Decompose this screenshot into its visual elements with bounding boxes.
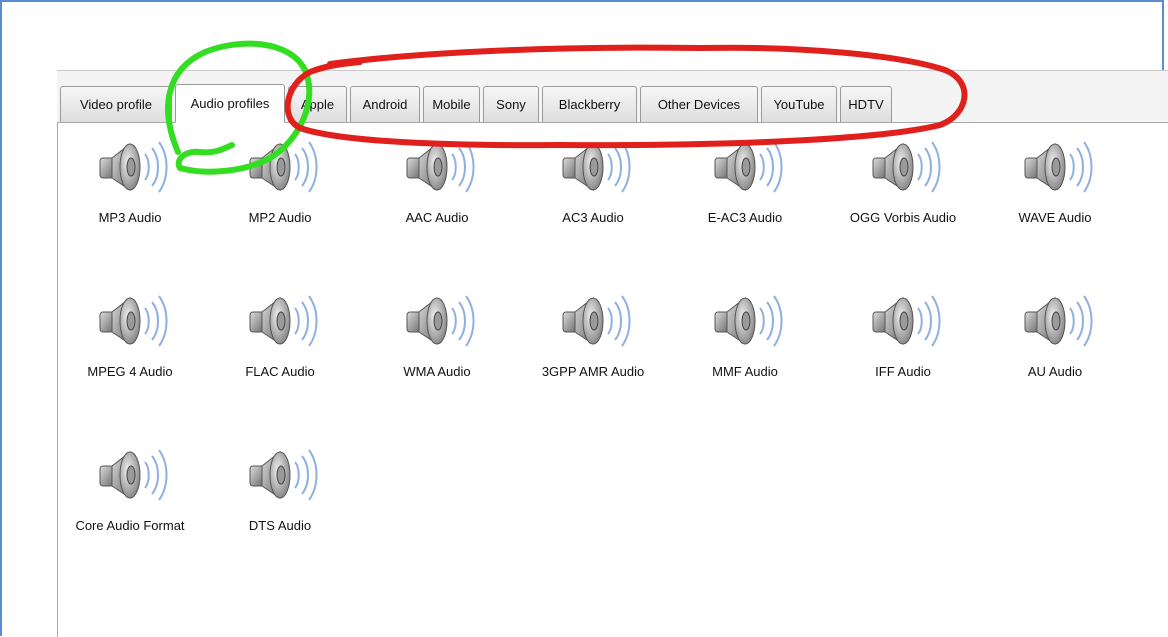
- speaker-icon: [562, 295, 631, 347]
- tab-label: Blackberry: [558, 97, 621, 112]
- tab-mobile[interactable]: Mobile: [423, 86, 480, 122]
- profile-label: Core Audio Format: [75, 518, 185, 533]
- tab-sony[interactable]: Sony: [483, 86, 539, 122]
- profile-label: E-AC3 Audio: [707, 210, 783, 225]
- profile-label: AAC Audio: [405, 210, 469, 225]
- profile-item[interactable]: AU Audio: [980, 292, 1130, 402]
- profile-item[interactable]: DTS Audio: [205, 446, 355, 556]
- tab-youtube[interactable]: YouTube: [761, 86, 837, 122]
- profile-item[interactable]: MP3 Audio: [55, 138, 205, 248]
- tab-apple[interactable]: Apple: [288, 86, 347, 122]
- speaker-icon: [1024, 295, 1093, 347]
- profile-item[interactable]: FLAC Audio: [205, 292, 355, 402]
- speaker-icon: [249, 295, 318, 347]
- profile-label: AU Audio: [1027, 364, 1083, 379]
- profile-label: IFF Audio: [875, 364, 931, 379]
- speaker-icon: [872, 295, 941, 347]
- tab-android[interactable]: Android: [350, 86, 420, 122]
- tab-audio-profiles[interactable]: Audio profiles: [175, 84, 285, 123]
- speaker-icon: [99, 449, 168, 501]
- profile-label: DTS Audio: [248, 518, 312, 533]
- profile-label: AC3 Audio: [562, 210, 624, 225]
- speaker-icon: [714, 141, 783, 193]
- profile-item[interactable]: AAC Audio: [362, 138, 512, 248]
- tab-label: Video profile: [79, 97, 153, 112]
- profile-item[interactable]: MP2 Audio: [205, 138, 355, 248]
- tab-other-devices[interactable]: Other Devices: [640, 86, 758, 122]
- profile-item[interactable]: 3GPP AMR Audio: [518, 292, 668, 402]
- speaker-icon: [249, 449, 318, 501]
- tab-label: Android: [362, 97, 408, 112]
- profile-label: MP2 Audio: [248, 210, 312, 225]
- profile-label: MP3 Audio: [98, 210, 162, 225]
- tab-blackberry[interactable]: Blackberry: [542, 86, 637, 122]
- speaker-icon: [562, 141, 631, 193]
- speaker-icon: [99, 295, 168, 347]
- profile-label: OGG Vorbis Audio: [849, 210, 957, 225]
- tab-label: HDTV: [848, 97, 884, 112]
- speaker-icon: [99, 141, 168, 193]
- profile-item[interactable]: MMF Audio: [670, 292, 820, 402]
- profile-item[interactable]: OGG Vorbis Audio: [828, 138, 978, 248]
- profile-label: MMF Audio: [712, 364, 778, 379]
- profile-tabs: Video profile Audio profiles Apple Andro…: [60, 84, 895, 123]
- tab-label: Mobile: [432, 97, 471, 112]
- speaker-icon: [249, 141, 318, 193]
- profile-item[interactable]: WAVE Audio: [980, 138, 1130, 248]
- tab-label: Apple: [300, 97, 335, 112]
- tab-video-profile[interactable]: Video profile: [60, 86, 172, 122]
- tab-label: Other Devices: [657, 97, 741, 112]
- tab-label: Audio profiles: [190, 96, 270, 111]
- tab-hdtv[interactable]: HDTV: [840, 86, 892, 122]
- profile-label: WAVE Audio: [1018, 210, 1092, 225]
- profile-item[interactable]: AC3 Audio: [518, 138, 668, 248]
- speaker-icon: [1024, 141, 1093, 193]
- profile-label: WMA Audio: [403, 364, 471, 379]
- profile-label: FLAC Audio: [245, 364, 315, 379]
- profile-item[interactable]: IFF Audio: [828, 292, 978, 402]
- profile-item[interactable]: MPEG 4 Audio: [55, 292, 205, 402]
- profile-item[interactable]: WMA Audio: [362, 292, 512, 402]
- tab-label: YouTube: [773, 97, 825, 112]
- profile-label: MPEG 4 Audio: [87, 364, 173, 379]
- speaker-icon: [406, 295, 475, 347]
- speaker-icon: [714, 295, 783, 347]
- speaker-icon: [406, 141, 475, 193]
- profile-item[interactable]: Core Audio Format: [55, 446, 205, 556]
- profile-label: 3GPP AMR Audio: [541, 364, 645, 379]
- speaker-icon: [872, 141, 941, 193]
- profile-item[interactable]: E-AC3 Audio: [670, 138, 820, 248]
- tab-label: Sony: [496, 97, 526, 112]
